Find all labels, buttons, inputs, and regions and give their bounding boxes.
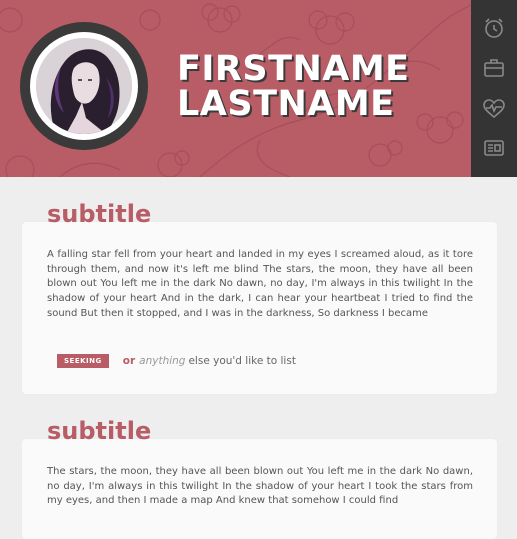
sidebar-nav [471, 0, 517, 177]
card-body-text: A falling star fell from your heart and … [47, 249, 473, 319]
section-title: subtitle [47, 417, 152, 445]
heartbeat-icon[interactable] [482, 97, 506, 121]
avatar [20, 22, 148, 150]
alarm-clock-icon[interactable] [482, 16, 506, 40]
avatar-portrait-image [36, 38, 132, 134]
briefcase-icon[interactable] [482, 56, 506, 80]
card-body-text: The stars, the moon, they have all been … [47, 466, 473, 507]
seeking-badge: SEEKING [57, 354, 109, 368]
profile-name: FIRSTNAME LASTNAME [177, 52, 410, 122]
anything-label: anything [139, 355, 186, 367]
or-label: or [122, 355, 136, 367]
first-name: FIRSTNAME [177, 49, 410, 89]
content-card: A falling star fell from your heart and … [22, 222, 497, 394]
profile-header: FIRSTNAME LASTNAME [0, 0, 471, 177]
tag-line: SEEKING or anything else you'd like to l… [57, 354, 296, 368]
last-name: LASTNAME [177, 84, 395, 124]
tag-rest-text: else you'd like to list [188, 355, 296, 367]
section-title: subtitle [47, 200, 152, 228]
id-card-icon[interactable] [482, 136, 506, 160]
content-card: The stars, the moon, they have all been … [22, 439, 497, 539]
